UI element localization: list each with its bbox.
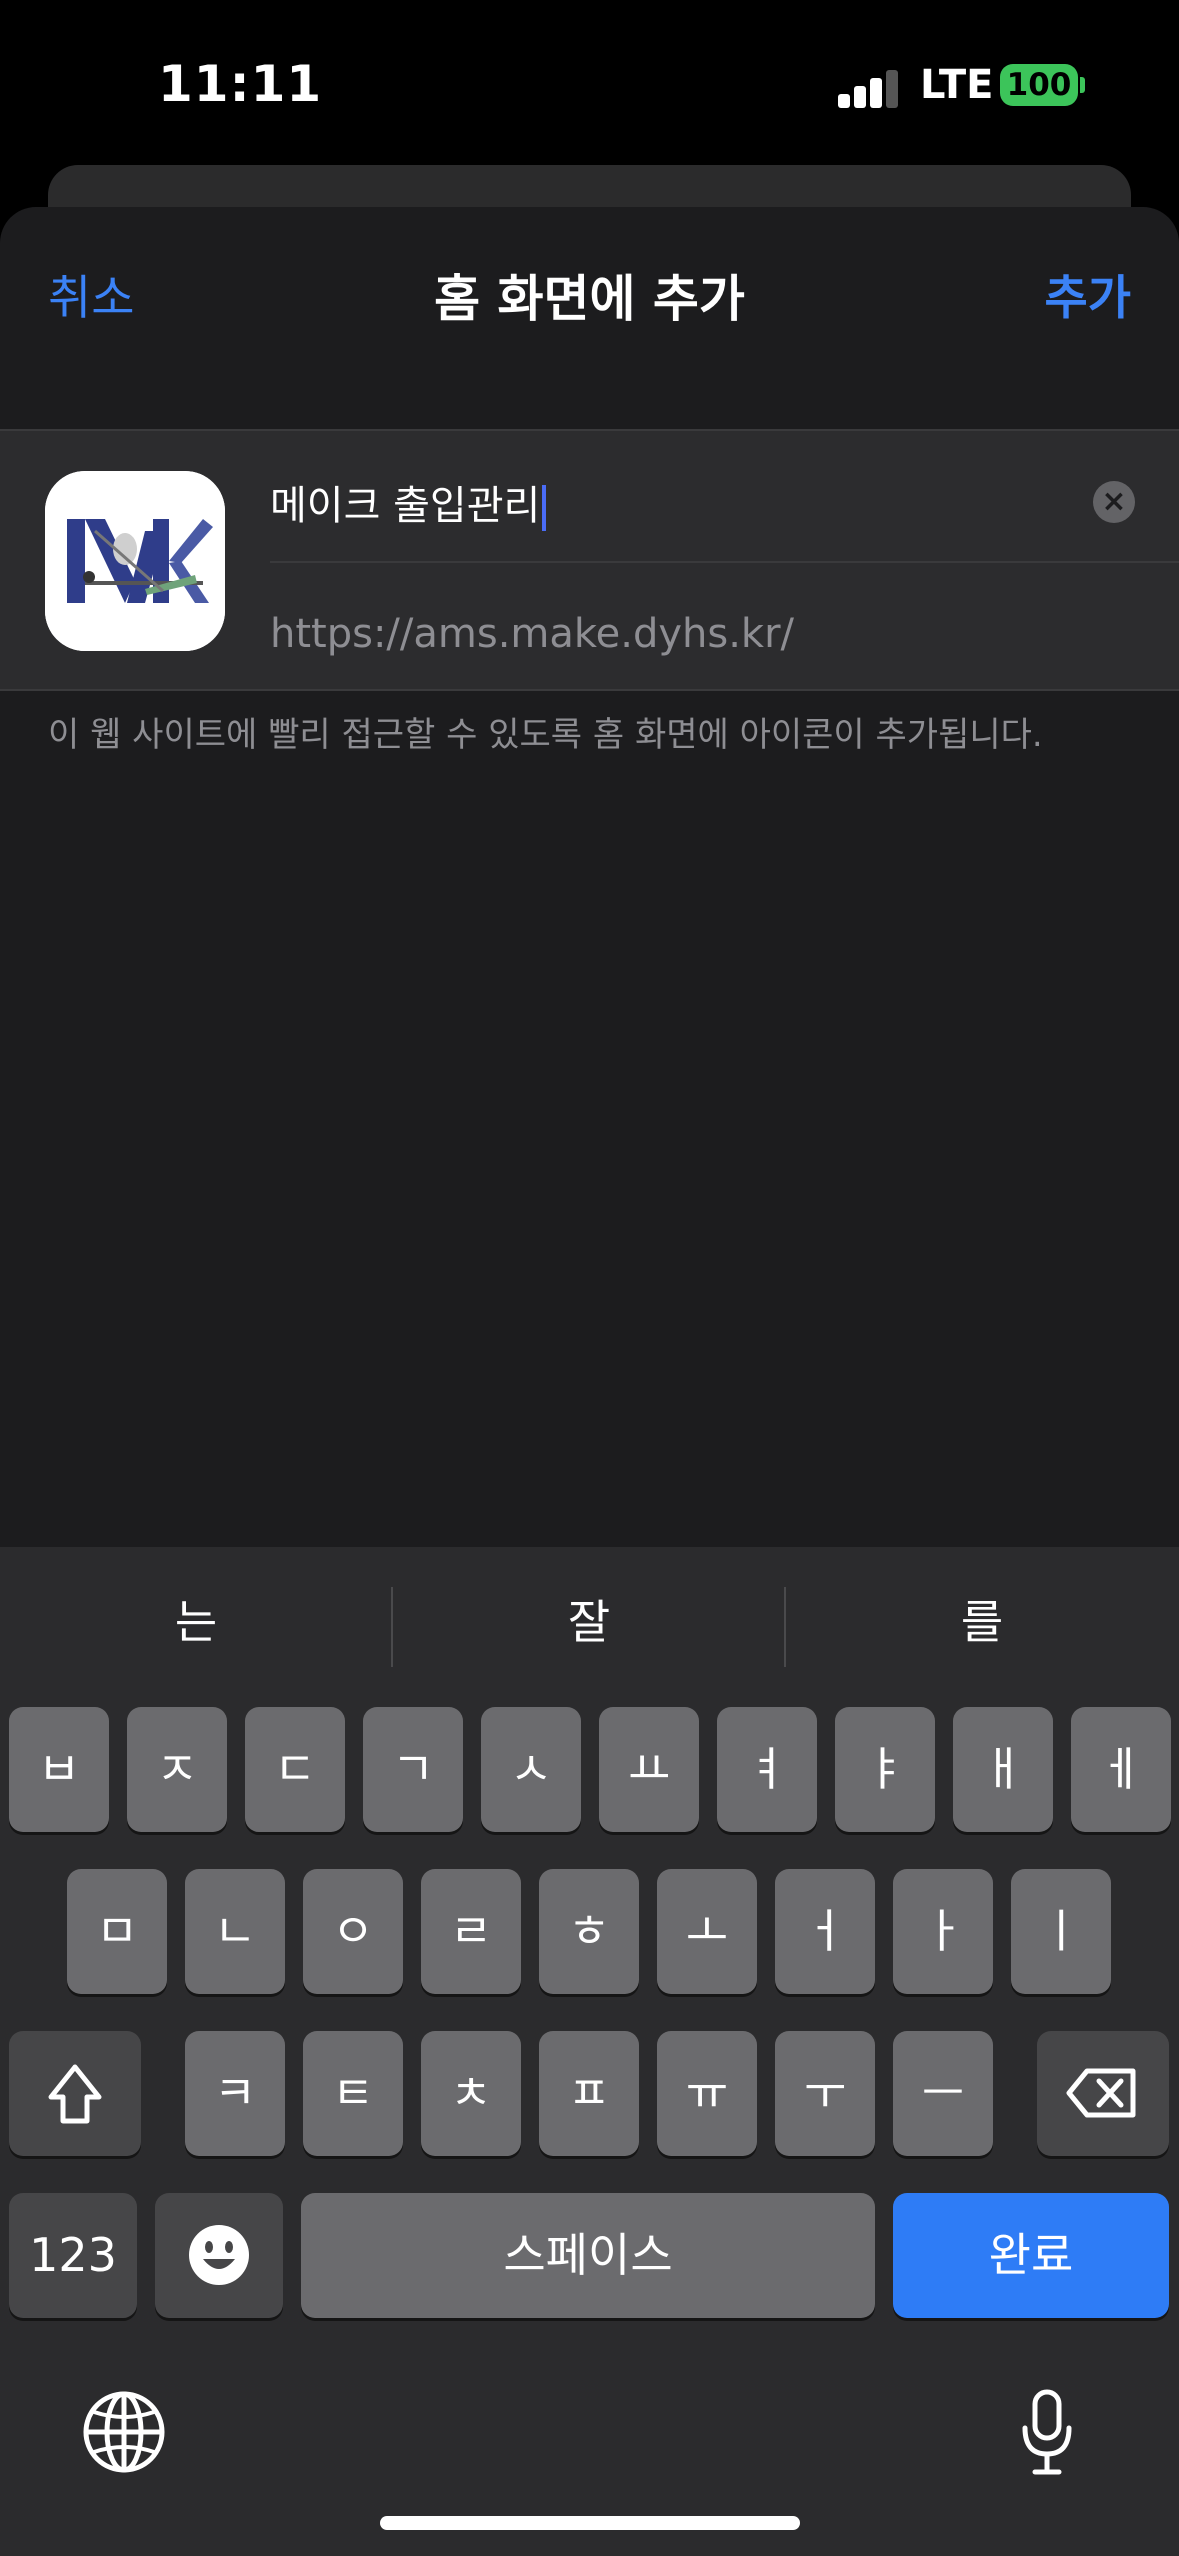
sheet-nav-bar: 취소 홈 화면에 추가 추가	[0, 207, 1179, 427]
key[interactable]: ㅠ	[657, 2031, 757, 2156]
emoji-icon	[189, 2225, 249, 2285]
shift-icon	[48, 2064, 102, 2124]
field-divider	[270, 561, 1179, 563]
key[interactable]: ㅈ	[127, 1707, 227, 1832]
suggestion-item[interactable]: 잘	[393, 1547, 785, 1697]
clear-circle-icon[interactable]: ×	[1093, 481, 1135, 523]
key[interactable]: ㅑ	[835, 1707, 935, 1832]
battery-cap	[1080, 77, 1085, 93]
key[interactable]: ㄹ	[421, 1869, 521, 1994]
keyboard: 는 잘 를 ㅂ ㅈ ㄷ ㄱ ㅅ ㅛ ㅕ ㅑ ㅐ ㅔ ㅁ ㄴ ㅇ ㄹ ㅎ ㅗ ㅓ …	[0, 1547, 1179, 2556]
backspace-icon	[1066, 2068, 1136, 2118]
key[interactable]: ㅛ	[599, 1707, 699, 1832]
key[interactable]: ㅔ	[1071, 1707, 1171, 1832]
battery-indicator: 100	[1000, 64, 1078, 106]
bookmark-form: 메이크 출입관리 × https://ams.make.dyhs.kr/	[0, 429, 1179, 691]
network-type: LTE	[920, 62, 994, 108]
backspace-key[interactable]	[1037, 2031, 1169, 2156]
key[interactable]: ㅅ	[481, 1707, 581, 1832]
key[interactable]: ㅕ	[717, 1707, 817, 1832]
add-to-home-sheet: 취소 홈 화면에 추가 추가 메이크 출입관리 × https://ams.ma…	[0, 207, 1179, 1547]
key[interactable]: ㅇ	[303, 1869, 403, 1994]
name-input-value: 메이크 출입관리	[270, 483, 541, 529]
name-input[interactable]: 메이크 출입관리	[270, 473, 547, 531]
key[interactable]: ㅗ	[657, 1869, 757, 1994]
status-bar: 11:11 LTE 100	[0, 0, 1179, 170]
key[interactable]: ㅣ	[1011, 1869, 1111, 1994]
home-indicator	[380, 2516, 800, 2530]
website-icon	[45, 471, 225, 651]
key[interactable]: ㅡ	[893, 2031, 993, 2156]
text-cursor	[542, 485, 547, 531]
space-key[interactable]: 스페이스	[301, 2193, 875, 2318]
key[interactable]: ㄷ	[245, 1707, 345, 1832]
key[interactable]: ㅌ	[303, 2031, 403, 2156]
suggestion-bar: 는 잘 를	[0, 1547, 1179, 1697]
add-button[interactable]: 추가	[1045, 259, 1131, 328]
key[interactable]: ㅂ	[9, 1707, 109, 1832]
key[interactable]: ㅋ	[185, 2031, 285, 2156]
key[interactable]: ㅁ	[67, 1869, 167, 1994]
key[interactable]: ㅜ	[775, 2031, 875, 2156]
done-key[interactable]: 완료	[893, 2193, 1169, 2318]
help-text: 이 웹 사이트에 빨리 접근할 수 있도록 홈 화면에 아이콘이 추가됩니다.	[48, 715, 1043, 755]
status-time: 11:11	[158, 55, 323, 113]
key[interactable]: ㅓ	[775, 1869, 875, 1994]
key[interactable]: ㅍ	[539, 2031, 639, 2156]
key[interactable]: ㄱ	[363, 1707, 463, 1832]
key[interactable]: ㅐ	[953, 1707, 1053, 1832]
key[interactable]: ㅎ	[539, 1869, 639, 1994]
shift-key[interactable]	[9, 2031, 141, 2156]
suggestion-item[interactable]: 를	[786, 1547, 1178, 1697]
sheet-title: 홈 화면에 추가	[434, 270, 745, 328]
numbers-key[interactable]: 123	[9, 2193, 137, 2318]
signal-strength-icon	[838, 68, 898, 108]
suggestion-item[interactable]: 는	[0, 1547, 392, 1697]
url-field: https://ams.make.dyhs.kr/	[270, 611, 795, 657]
emoji-key[interactable]	[155, 2193, 283, 2318]
key[interactable]: ㄴ	[185, 1869, 285, 1994]
key[interactable]: ㅊ	[421, 2031, 521, 2156]
microphone-icon[interactable]	[1017, 2388, 1077, 2478]
key[interactable]: ㅏ	[893, 1869, 993, 1994]
globe-icon[interactable]	[82, 2390, 166, 2474]
